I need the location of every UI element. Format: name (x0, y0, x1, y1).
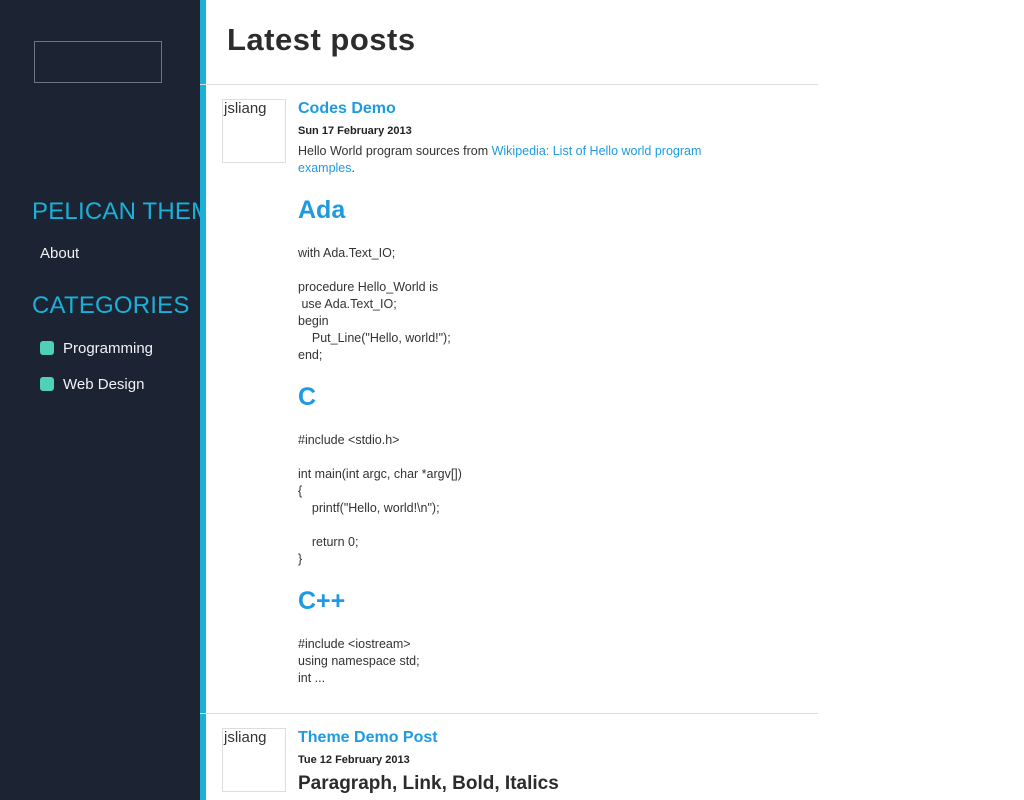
post-title-link[interactable]: Codes Demo (298, 100, 396, 118)
author-avatar[interactable]: jsliang (222, 99, 286, 163)
site-heading[interactable]: PELICAN THEME (32, 198, 200, 226)
category-label: Programming (63, 339, 154, 357)
code-block-ada: with Ada.Text_IO; procedure Hello_World … (298, 246, 451, 362)
code-block-cpp: #include <iostream> using namespace std;… (298, 637, 420, 685)
post-date: Sun 17 February 2013 (298, 125, 412, 137)
category-square-icon (40, 341, 54, 355)
sidebar: PELICAN THEME About CATEGORIES Programmi… (0, 0, 200, 800)
section-heading-ada: Ada (298, 196, 346, 224)
intro-end: . (351, 161, 355, 175)
categories-heading: CATEGORIES (32, 292, 190, 319)
category-square-icon (40, 377, 54, 391)
author-avatar[interactable]: jsliang (222, 728, 286, 792)
code-block-c: #include <stdio.h> int main(int argc, ch… (298, 433, 462, 566)
category-item-web-design[interactable]: Web Design (40, 375, 144, 393)
category-item-programming[interactable]: Programming (40, 339, 153, 357)
nav-link-about[interactable]: About (40, 245, 79, 262)
divider (200, 84, 818, 85)
section-heading-cpp: C++ (298, 587, 346, 615)
divider (200, 713, 818, 714)
category-label: Web Design (63, 375, 145, 393)
page-title: Latest posts (227, 22, 416, 57)
post-subheading: Paragraph, Link, Bold, Italics (298, 773, 559, 794)
post-date: Tue 12 February 2013 (298, 754, 410, 766)
main-content: Latest posts jsliang Codes Demo Sun 17 F… (200, 0, 818, 800)
post-title-link[interactable]: Theme Demo Post (298, 729, 438, 747)
post-intro: Hello World program sources from Wikiped… (298, 143, 738, 177)
site-logo[interactable] (34, 41, 162, 83)
intro-text: Hello World program sources from (298, 144, 492, 158)
section-heading-c: C (298, 383, 317, 411)
